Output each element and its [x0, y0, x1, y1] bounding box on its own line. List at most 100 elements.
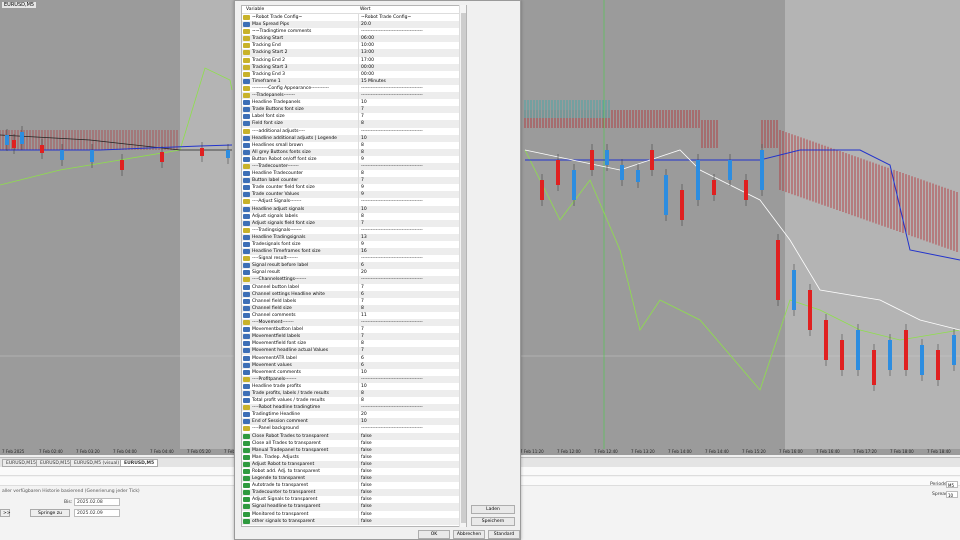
chart-tab[interactable]: EURUSD,M15: [36, 459, 74, 467]
input-value[interactable]: 6: [358, 361, 458, 369]
input-row[interactable]: ----Movement------- ---------------------…: [242, 319, 460, 327]
input-value[interactable]: 9: [358, 184, 458, 192]
input-row[interactable]: Headline Timeframes font size 16: [242, 248, 460, 256]
input-value[interactable]: --------------------------------------: [358, 375, 458, 383]
input-value[interactable]: 11: [358, 311, 458, 320]
scrollbar-thumb[interactable]: [461, 13, 466, 523]
input-row[interactable]: Legende to transparent false: [242, 475, 460, 483]
input-row[interactable]: Adjust Signals to transparent false: [242, 496, 460, 504]
input-value[interactable]: 10:00: [358, 42, 458, 50]
cancel-button[interactable]: Abbrechen: [453, 530, 485, 539]
input-row[interactable]: Signal result before label 6: [242, 262, 460, 270]
input-value[interactable]: 10: [358, 134, 458, 142]
input-row[interactable]: Tracking Start 2 13:00: [242, 49, 460, 57]
input-value[interactable]: 10: [358, 368, 458, 376]
input-row[interactable]: ---Tradepanels------- -------------------…: [242, 92, 460, 100]
input-value[interactable]: 8: [358, 389, 458, 398]
input-value[interactable]: false: [358, 475, 458, 483]
input-row[interactable]: Channel comments 11: [242, 311, 460, 320]
input-value[interactable]: 9: [358, 241, 458, 249]
input-row[interactable]: Adjust Robot to transparent false: [242, 460, 460, 468]
input-value[interactable]: --------------------------------------: [358, 198, 458, 206]
input-value[interactable]: --------------------------------------: [358, 84, 458, 93]
input-value[interactable]: 7: [358, 326, 458, 334]
input-row[interactable]: Button Robot on/off font size 9: [242, 155, 460, 163]
input-row[interactable]: Trade Buttons font size 7: [242, 106, 460, 114]
chart-tab-active[interactable]: EURUSD,M5: [120, 459, 159, 467]
col-value-header[interactable]: Wert: [360, 7, 371, 12]
input-row[interactable]: Headline Tradepanels 10: [242, 99, 460, 107]
input-row[interactable]: Tracking Start 06:00: [242, 35, 460, 43]
input-value[interactable]: --------------------------------------: [358, 425, 458, 433]
input-value[interactable]: ~Robot Trade Config~: [358, 14, 458, 22]
input-row[interactable]: ----Channelsettings------- --------------…: [242, 276, 460, 284]
input-row[interactable]: MovementATR label 6: [242, 354, 460, 362]
input-value[interactable]: 7: [358, 283, 458, 291]
input-value[interactable]: false: [358, 489, 458, 497]
load-button[interactable]: Laden: [471, 505, 515, 514]
input-row[interactable]: All grey Buttons fonts size 8: [242, 148, 460, 156]
input-row[interactable]: Movementfield font size 8: [242, 340, 460, 348]
input-row[interactable]: Adjust signals labels 8: [242, 212, 460, 220]
input-value[interactable]: --------------------------------------: [358, 127, 458, 135]
input-value[interactable]: 20: [358, 411, 458, 419]
input-value[interactable]: 00:00: [358, 63, 458, 71]
ok-button[interactable]: OK: [418, 530, 450, 539]
input-value[interactable]: 06:00: [358, 35, 458, 43]
input-value[interactable]: 8: [358, 397, 458, 405]
input-row[interactable]: other signals to transparent false: [242, 517, 460, 525]
input-row[interactable]: ----Signal result------- ----------------…: [242, 255, 460, 263]
input-value[interactable]: --------------------------------------: [358, 319, 458, 327]
input-row[interactable]: ----Adjust Signals------- ---------------…: [242, 198, 460, 206]
input-value[interactable]: 7: [358, 347, 458, 355]
input-row[interactable]: Trade profits, labels / trade results 8: [242, 389, 460, 398]
input-row[interactable]: Field font size 8: [242, 120, 460, 128]
chart-tab[interactable]: EURUSD,M5 (visual): [70, 459, 124, 467]
input-value[interactable]: 17:00: [358, 56, 458, 64]
input-value[interactable]: --------------------------------------: [358, 255, 458, 263]
spread-select[interactable]: 10: [946, 491, 958, 498]
input-row[interactable]: Manual Tradepanel to transparent false: [242, 446, 460, 454]
input-value[interactable]: 10: [358, 99, 458, 107]
input-row[interactable]: Robot add. Adj. to transparent false: [242, 468, 460, 476]
input-row[interactable]: Channel settings Headline white 6: [242, 290, 460, 298]
input-value[interactable]: 13: [358, 233, 458, 241]
input-value[interactable]: 9: [358, 155, 458, 163]
input-value[interactable]: 10: [358, 418, 458, 426]
chart-tab[interactable]: EURUSD,M15: [2, 459, 40, 467]
input-value[interactable]: 8: [358, 212, 458, 220]
input-row[interactable]: ----Panel background --------------------…: [242, 425, 460, 433]
input-row[interactable]: Tradecounter to transparent false: [242, 489, 460, 497]
input-value[interactable]: false: [358, 432, 458, 440]
input-value[interactable]: 7: [358, 113, 458, 121]
skip-to-button[interactable]: Springe zu: [30, 509, 70, 517]
grid-scrollbar[interactable]: [459, 5, 466, 527]
input-row[interactable]: Tradesignals font size 9: [242, 241, 460, 249]
input-row[interactable]: ~~Tradingtime comments ------------------…: [242, 28, 460, 36]
input-row[interactable]: ----Tradecounter------- -----------------…: [242, 162, 460, 171]
input-value[interactable]: 8: [358, 170, 458, 178]
nav-forward-button[interactable]: >>: [0, 509, 11, 517]
input-value[interactable]: 8: [358, 148, 458, 156]
periode-select[interactable]: M5: [946, 481, 958, 488]
input-row[interactable]: Movement headline actual Values 7: [242, 347, 460, 355]
input-row[interactable]: Tracking End 2 17:00: [242, 56, 460, 64]
input-row[interactable]: ----------Config Appearance----------- --…: [242, 84, 460, 93]
input-value[interactable]: 7: [358, 106, 458, 114]
input-row[interactable]: End of Session comment 10: [242, 418, 460, 426]
input-value[interactable]: --------------------------------------: [358, 226, 458, 234]
input-row[interactable]: Channel field labels 7: [242, 297, 460, 305]
input-value[interactable]: 20: [358, 269, 458, 277]
input-row[interactable]: Headlines small brown 8: [242, 141, 460, 149]
input-row[interactable]: Movementfield labels 7: [242, 333, 460, 341]
input-value[interactable]: 9: [358, 191, 458, 199]
input-value[interactable]: 6: [358, 290, 458, 298]
input-value[interactable]: false: [358, 482, 458, 490]
input-row[interactable]: Headline Tradecounter 8: [242, 170, 460, 178]
input-value[interactable]: 8: [358, 340, 458, 348]
input-row[interactable]: Channel button label 7: [242, 283, 460, 291]
col-variable-header[interactable]: Variable: [246, 7, 264, 12]
input-value[interactable]: 8: [358, 141, 458, 149]
input-value[interactable]: 20.0: [358, 21, 458, 29]
input-row[interactable]: ----additional adjusts---- --------------…: [242, 127, 460, 135]
